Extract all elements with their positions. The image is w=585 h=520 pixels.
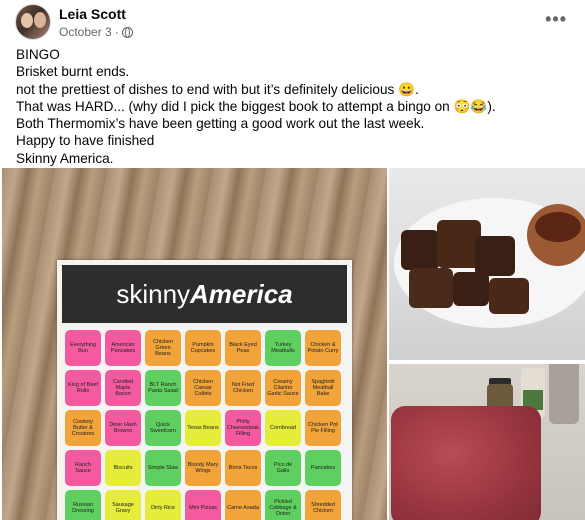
bingo-grid: Everything Bun American Pancakes Chicken G… xyxy=(65,330,345,520)
avatar-face xyxy=(34,12,46,28)
photo-grid: skinnyAmerica Everything Bun American Pan… xyxy=(0,168,585,520)
sauce-bottle xyxy=(549,364,579,424)
bingo-cell: Chicken Pot Pie Filling xyxy=(305,410,341,446)
avatar[interactable] xyxy=(15,4,51,40)
bingo-cell: Chicken Caesar Cutlets xyxy=(185,370,221,406)
bingo-cell: Philly Cheesesteak Filling xyxy=(225,410,261,446)
post-line: Brisket burnt ends. xyxy=(16,64,130,80)
bingo-cell: Quick Sweetcorn xyxy=(145,410,181,446)
raw-brisket xyxy=(391,406,541,520)
bingo-cell: Diner Hash Browns xyxy=(105,410,141,446)
bingo-cell: Chicken Green Beans xyxy=(145,330,181,366)
bingo-cell: Texas Beans xyxy=(185,410,221,446)
banner-bold: America xyxy=(190,279,293,309)
bingo-cell: Creamy Cilantro Garlic Sauce xyxy=(265,370,301,406)
bingo-cell: Carne Asada xyxy=(225,490,261,520)
bingo-cell: Spaghetti Meatball Bake xyxy=(305,370,341,406)
more-options-icon[interactable]: ••• xyxy=(545,9,567,30)
bingo-cell: Pickled Cabbage & Onion xyxy=(265,490,301,520)
bingo-cell: Biscuits xyxy=(105,450,141,486)
bingo-cell: Pumpkin Cupcakes xyxy=(185,330,221,366)
bingo-cell: Cornbread xyxy=(265,410,301,446)
burnt-end xyxy=(401,230,439,270)
bingo-cell: Mini Pizzas xyxy=(185,490,221,520)
bingo-cell: Simple Slaw xyxy=(145,450,181,486)
skinny-america-banner: skinnyAmerica xyxy=(62,265,347,323)
bingo-cell: King of Beef Rolls xyxy=(65,370,101,406)
author-name[interactable]: Leia Scott xyxy=(59,6,126,22)
bingo-cell: Sausage Gravy xyxy=(105,490,141,520)
post-line: Skinny America. xyxy=(16,150,114,166)
post-header: Leia Scott October 3 · ••• xyxy=(15,3,575,43)
bingo-cell: Ranch Sauce xyxy=(65,450,101,486)
bingo-cell: Cowboy Butter & Croutons xyxy=(65,410,101,446)
bingo-cell: BLT Ranch Pasta Salad xyxy=(145,370,181,406)
bingo-cell: Turkey Meatballs xyxy=(265,330,301,366)
post-line: That was HARD... (why did I pick the big… xyxy=(16,98,496,114)
bingo-sheet: skinnyAmerica Everything Bun American Pan… xyxy=(57,260,352,520)
photo-brisket[interactable] xyxy=(389,364,585,520)
bingo-cell: Pico de Gallo xyxy=(265,450,301,486)
bingo-cell: Pancakes xyxy=(305,450,341,486)
post-line: Happy to have finished xyxy=(16,133,155,149)
bingo-cell: Birria Tacos xyxy=(225,450,261,486)
bingo-cell: American Pancakes xyxy=(105,330,141,366)
meta-separator: · xyxy=(114,25,119,39)
bingo-cell: Not Fried Chicken xyxy=(225,370,261,406)
sauce-bowl-inner xyxy=(535,212,581,242)
banner-light: skinny xyxy=(116,279,191,309)
post-line: not the prettiest of dishes to end with … xyxy=(16,81,419,97)
burnt-end xyxy=(489,278,529,314)
photo-bingo-sheet[interactable]: skinnyAmerica Everything Bun American Pan… xyxy=(2,168,387,520)
photo-burnt-ends[interactable] xyxy=(389,168,585,360)
bingo-cell: Shredded Chicken xyxy=(305,490,341,520)
bingo-cell: Candied Maple Bacon xyxy=(105,370,141,406)
post-text: BINGO Brisket burnt ends. not the pretti… xyxy=(16,46,576,167)
bingo-cell: Dirty Rice xyxy=(145,490,181,520)
bingo-cell: Bloody Mary Wings xyxy=(185,450,221,486)
avatar-face xyxy=(21,13,33,28)
bingo-cell: Black Eyed Peas xyxy=(225,330,261,366)
burnt-end xyxy=(409,268,453,308)
post-meta: October 3 · xyxy=(59,25,133,39)
globe-icon[interactable] xyxy=(121,26,133,38)
post-date[interactable]: October 3 xyxy=(59,25,112,39)
burnt-end xyxy=(453,272,489,306)
post-line: BINGO xyxy=(16,47,60,62)
bingo-cell: Everything Bun xyxy=(65,330,101,366)
bingo-cell: Chicken & Potato Curry xyxy=(305,330,341,366)
bingo-cell: Russian Dressing xyxy=(65,490,101,520)
burnt-end xyxy=(475,236,515,276)
post-line: Both Thermomix’s have been getting a goo… xyxy=(16,116,425,132)
